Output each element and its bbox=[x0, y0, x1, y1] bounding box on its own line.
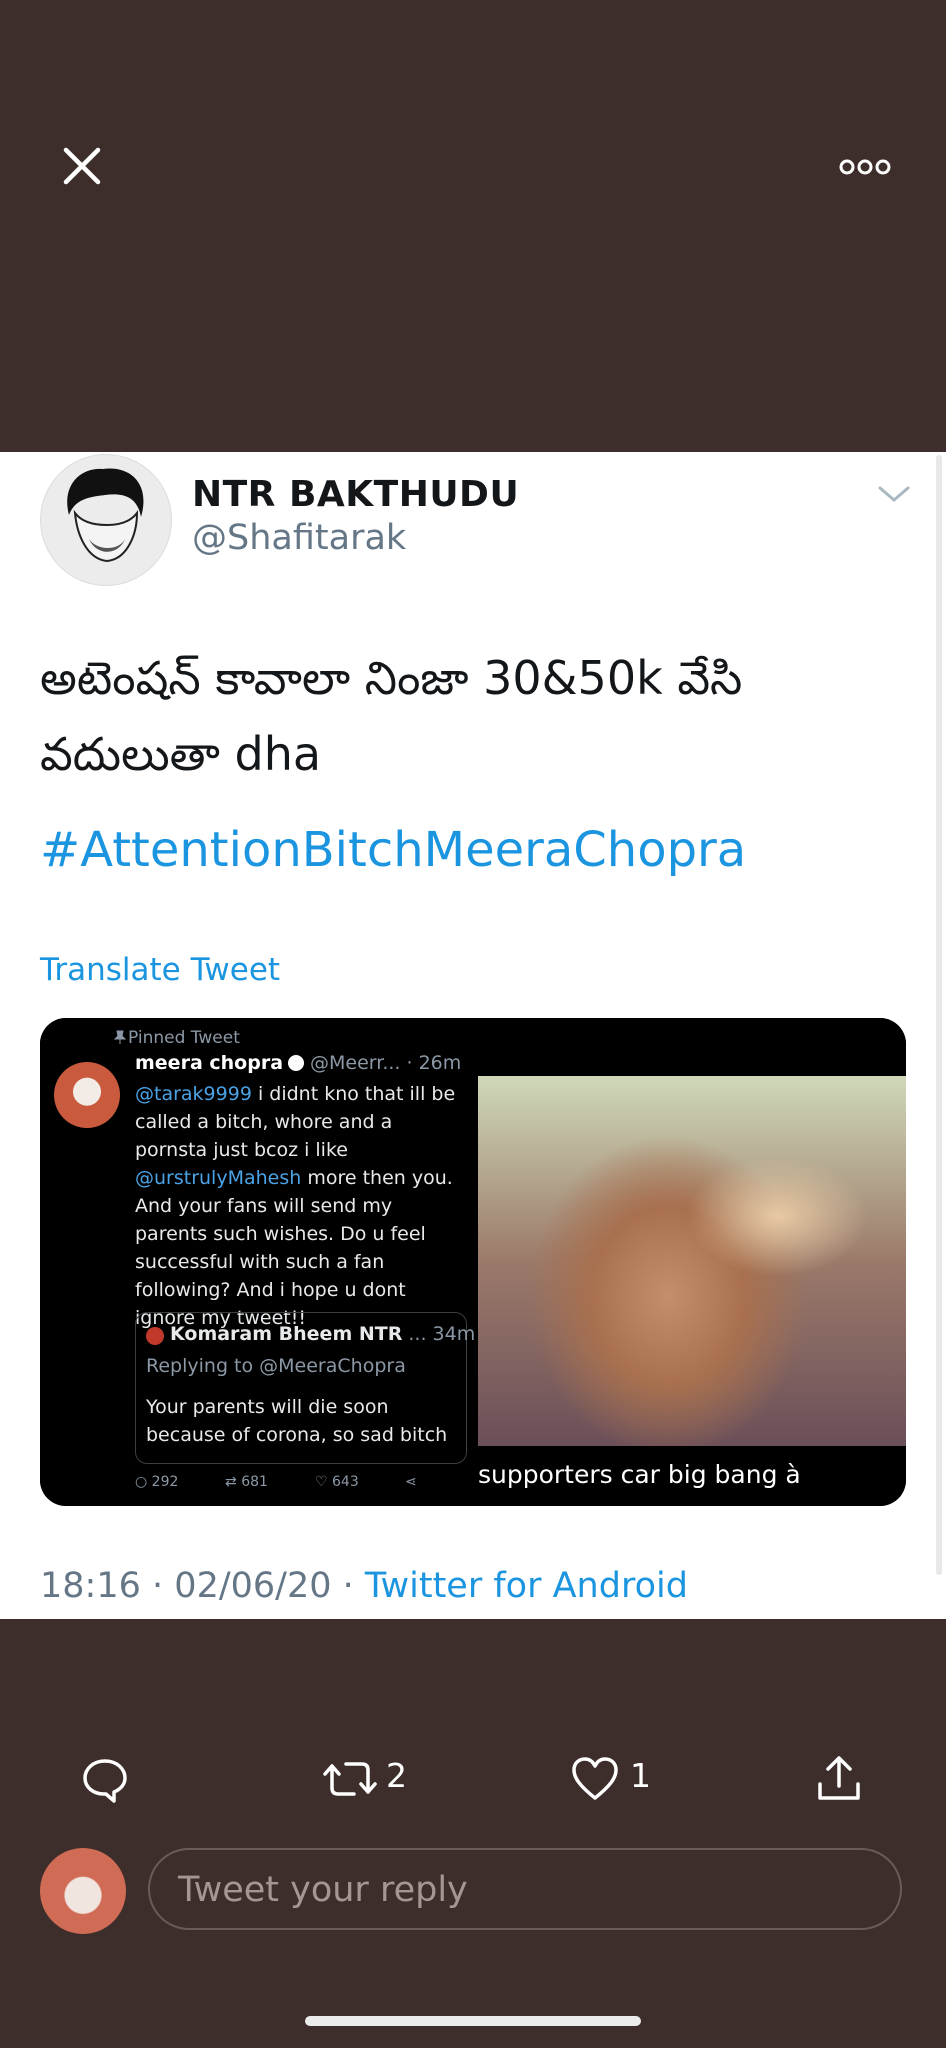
tweet-timestamp: 18:16 · 02/06/20 · Twitter for Android bbox=[40, 1566, 688, 1606]
retweet-count: 2 bbox=[386, 1756, 407, 1795]
timestamp-separator-2: · bbox=[342, 1566, 354, 1606]
media-image-screenshot[interactable]: Pinned Tweet meera chopra @Meerr... · 26m… bbox=[40, 1018, 475, 1506]
avatar-illustration bbox=[67, 468, 144, 563]
quoted-reply-count: ○ 292 bbox=[135, 1474, 179, 1490]
nested-quote-replying: Replying to @MeeraChopra bbox=[146, 1355, 406, 1377]
scrollbar[interactable] bbox=[936, 455, 942, 1575]
retweet-icon[interactable] bbox=[322, 1754, 378, 1804]
pin-icon bbox=[114, 1030, 126, 1044]
tweet-date: 02/06/20 bbox=[174, 1566, 332, 1606]
quoted-mention-2: @urstrulyMahesh bbox=[135, 1167, 302, 1189]
nested-quote-name: Komaram Bheem NTR bbox=[170, 1323, 403, 1345]
timestamp-separator: · bbox=[152, 1566, 164, 1606]
quoted-mention: @tarak9999 bbox=[135, 1083, 252, 1105]
like-count: 1 bbox=[630, 1756, 651, 1795]
media-image-meme[interactable]: supporters car big bang à bbox=[478, 1018, 906, 1506]
quoted-share-icon: ⋖ bbox=[405, 1474, 417, 1490]
quoted-avatar bbox=[54, 1062, 120, 1128]
more-options-icon[interactable] bbox=[836, 150, 896, 184]
user-avatar[interactable] bbox=[40, 1848, 126, 1934]
reply-input[interactable]: Tweet your reply bbox=[148, 1848, 902, 1930]
top-bar bbox=[0, 0, 946, 452]
close-icon[interactable] bbox=[58, 142, 106, 190]
quoted-replies: 292 bbox=[151, 1474, 179, 1490]
quoted-likes: 643 bbox=[332, 1474, 359, 1490]
chevron-down-icon[interactable] bbox=[876, 482, 912, 506]
meme-photo bbox=[478, 1076, 906, 1446]
reply-icon[interactable] bbox=[80, 1754, 130, 1804]
quoted-body: @tarak9999 i didnt kno that ill be calle… bbox=[135, 1080, 465, 1332]
hashtag-link[interactable]: #AttentionBitchMeeraChopra bbox=[40, 822, 746, 878]
nested-quote-text: Your parents will die soon because of co… bbox=[146, 1396, 448, 1446]
author-handle[interactable]: @Shafitarak bbox=[192, 518, 406, 558]
translate-tweet-link[interactable]: Translate Tweet bbox=[40, 952, 280, 988]
quoted-retweets: 681 bbox=[241, 1474, 268, 1490]
quoted-handle-time: @Meerr... · 26m bbox=[310, 1052, 462, 1074]
share-icon[interactable] bbox=[814, 1754, 864, 1804]
verified-icon bbox=[288, 1055, 305, 1071]
quoted-retweet-count: ⇄ 681 bbox=[225, 1474, 268, 1490]
tweet-text: అటెంషన్ కావాలా నింజా 30&50k వేసి వదులుతా… bbox=[40, 651, 743, 781]
author-avatar[interactable] bbox=[40, 454, 172, 586]
tweet-time: 18:16 bbox=[40, 1566, 141, 1606]
quoted-like-count: ♡ 643 bbox=[315, 1474, 359, 1490]
tweet-action-bar: 2 1 bbox=[0, 1740, 946, 1820]
tweet-source-link[interactable]: Twitter for Android bbox=[365, 1566, 688, 1606]
quoted-author-name: meera chopra bbox=[135, 1052, 284, 1074]
nested-quote: Komaram Bheem NTR... 34m Replying to @Me… bbox=[135, 1312, 475, 1464]
pinned-label: Pinned Tweet bbox=[128, 1028, 240, 1048]
quoted-body-part-2: more then you. And your fans will send m… bbox=[135, 1167, 453, 1329]
media-grid: Pinned Tweet meera chopra @Meerr... · 26m… bbox=[40, 1018, 906, 1506]
home-indicator[interactable] bbox=[305, 2016, 641, 2026]
nested-quote-time: ... 34m bbox=[408, 1323, 476, 1345]
meme-caption: supporters car big bang à bbox=[478, 1460, 801, 1489]
quoted-author: meera chopra @Meerr... · 26m bbox=[135, 1052, 461, 1074]
author-display-name[interactable]: NTR BAKTHUDU bbox=[192, 474, 519, 515]
quoted-action-row: ○ 292 ⇄ 681 ♡ 643 ⋖ bbox=[135, 1474, 465, 1498]
heart-icon[interactable] bbox=[570, 1754, 620, 1804]
nested-quote-author: Komaram Bheem NTR... 34m bbox=[170, 1323, 475, 1345]
nested-quote-avatar bbox=[146, 1327, 164, 1345]
